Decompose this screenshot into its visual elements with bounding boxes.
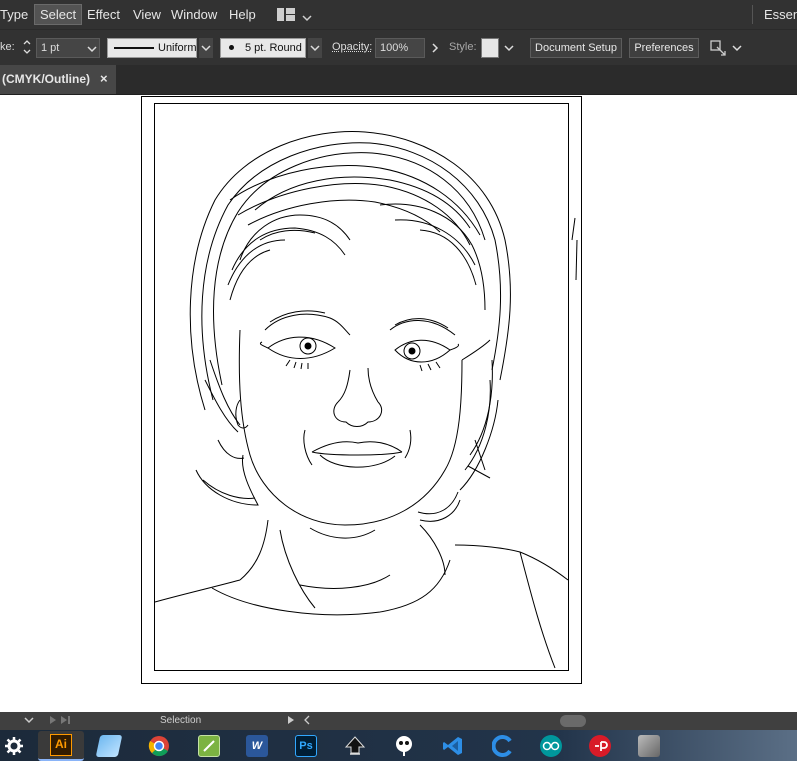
gimp-icon[interactable]: [393, 735, 415, 757]
style-label: Style:: [449, 41, 477, 53]
notepad-icon[interactable]: [96, 735, 123, 757]
app-icon[interactable]: [589, 735, 611, 757]
arrange-documents-icon[interactable]: [277, 8, 295, 21]
c-icon[interactable]: [492, 735, 514, 757]
brush-dot-icon: [229, 45, 234, 50]
menu-divider: [752, 5, 753, 24]
neck: [240, 520, 445, 580]
arduino-icon[interactable]: [540, 735, 562, 757]
workspace-switcher[interactable]: Essent: [764, 0, 797, 29]
menu-view[interactable]: View: [133, 0, 161, 29]
shoulders: [155, 530, 568, 668]
chevron-down-icon[interactable]: [199, 38, 213, 58]
chevron-down-icon[interactable]: [24, 714, 34, 729]
arrange-icon[interactable]: [709, 39, 727, 60]
illustrator-icon: Ai: [50, 734, 72, 756]
status-menu-arrow-icon[interactable]: [287, 715, 295, 728]
preferences-button[interactable]: Preferences: [629, 38, 699, 58]
horizontal-scroll-thumb[interactable]: [560, 715, 586, 727]
chevron-down-icon[interactable]: [732, 44, 742, 56]
chevron-down-icon[interactable]: [87, 45, 97, 57]
brush-definition[interactable]: 5 pt. Round: [220, 38, 306, 58]
nose: [334, 368, 382, 427]
profile-label: Uniform: [158, 42, 197, 54]
vscode-icon[interactable]: [442, 735, 464, 757]
photoshop-icon[interactable]: Ps: [295, 735, 317, 757]
word-icon[interactable]: W: [246, 735, 268, 757]
menu-help[interactable]: Help: [229, 0, 256, 29]
menu-bar: Type Select Effect View Window Help Esse…: [0, 0, 797, 29]
menu-select[interactable]: Select: [34, 4, 82, 25]
chevron-right-icon[interactable]: [428, 38, 442, 58]
document-tab[interactable]: (CMYK/Outline) ×: [0, 65, 116, 94]
opacity-value: 100%: [380, 42, 408, 54]
notes-icon[interactable]: [198, 735, 220, 757]
settings-icon[interactable]: [3, 735, 25, 757]
document-tab-title: (CMYK/Outline): [2, 72, 90, 86]
status-tool-label: Selection: [160, 715, 201, 726]
eyes: [260, 337, 458, 371]
status-bar: Selection: [0, 712, 797, 730]
mouth: [304, 430, 411, 467]
profile-line: [114, 47, 154, 49]
opacity-label[interactable]: Opacity:: [332, 41, 372, 53]
opacity-field[interactable]: 100%: [375, 38, 425, 58]
taskbar-illustrator-active[interactable]: Ai: [38, 731, 84, 761]
artboard-outer-frame: [142, 97, 582, 684]
stroke-weight-field[interactable]: 1 pt: [36, 38, 100, 58]
brush-label: 5 pt. Round: [245, 42, 302, 54]
next-artboard-icon[interactable]: [48, 715, 72, 728]
face-outline: [236, 330, 490, 525]
stroke-weight-value: 1 pt: [41, 42, 59, 54]
inkscape-icon[interactable]: [344, 735, 366, 757]
windows-taskbar: Ai W Ps: [0, 730, 797, 761]
document-setup-button[interactable]: Document Setup: [530, 38, 622, 58]
control-bar: ke: 1 pt Uniform 5 pt. Round Opacity: 10…: [0, 29, 797, 66]
chevron-down-icon[interactable]: [308, 38, 322, 58]
eyebrows: [265, 311, 455, 335]
close-icon[interactable]: ×: [100, 71, 108, 86]
menu-type[interactable]: Type: [0, 0, 28, 29]
stroke-stepper-icon[interactable]: [22, 38, 32, 59]
menu-effect[interactable]: Effect: [87, 0, 120, 29]
artwork-canvas[interactable]: [0, 95, 797, 712]
chevron-down-icon[interactable]: [502, 38, 516, 58]
misc-icon[interactable]: [638, 735, 660, 757]
menu-window[interactable]: Window: [171, 0, 217, 29]
document-tab-bar: (CMYK/Outline) ×: [0, 65, 797, 95]
canvas-area[interactable]: [0, 95, 797, 712]
chrome-icon[interactable]: [148, 735, 170, 757]
variable-width-profile[interactable]: Uniform: [107, 38, 197, 58]
stroke-label: ke:: [0, 41, 15, 53]
scroll-left-icon[interactable]: [303, 715, 311, 728]
graphic-style-swatch[interactable]: [481, 38, 499, 58]
chevron-down-icon[interactable]: [302, 10, 312, 25]
stray-strokes: [572, 218, 577, 280]
